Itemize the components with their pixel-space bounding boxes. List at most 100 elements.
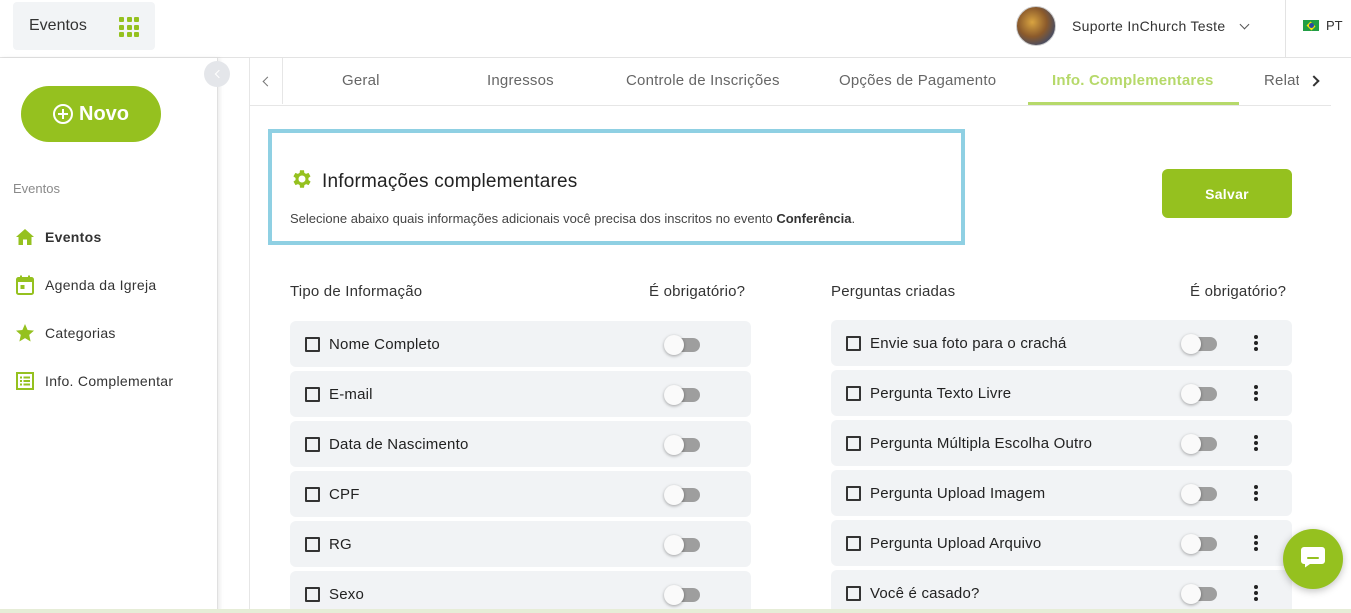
sidebar-item-label: Categorias xyxy=(45,325,116,341)
sidebar-item-eventos[interactable]: Eventos xyxy=(14,226,102,248)
chat-icon xyxy=(1300,546,1326,573)
more-options-icon[interactable] xyxy=(1254,435,1258,451)
chevron-left-icon xyxy=(214,69,223,79)
chat-button[interactable] xyxy=(1283,529,1343,589)
gear-icon xyxy=(290,167,314,197)
chevron-down-icon[interactable] xyxy=(1239,19,1250,29)
active-tab-indicator xyxy=(1028,102,1239,105)
required-toggle[interactable] xyxy=(1181,584,1217,604)
required-toggle[interactable] xyxy=(664,385,700,405)
scroll-gutter xyxy=(1331,58,1351,613)
required-toggle[interactable] xyxy=(1181,384,1217,404)
sidebar-item-agenda[interactable]: Agenda da Igreja xyxy=(14,274,156,296)
tab-opcoes-pagamento[interactable]: Opções de Pagamento xyxy=(839,58,996,104)
language-label: PT xyxy=(1326,18,1343,33)
app-switcher[interactable]: Eventos xyxy=(13,2,155,50)
table-row: Data de Nascimento xyxy=(290,421,751,467)
required-toggle[interactable] xyxy=(1181,334,1217,354)
info-title-text: Informações complementares xyxy=(322,171,578,192)
sidebar-item-label: Eventos xyxy=(45,229,102,245)
row-label: Pergunta Upload Imagem xyxy=(870,484,1046,502)
table-row: Pergunta Texto Livre xyxy=(831,370,1292,416)
checkbox[interactable] xyxy=(846,585,861,601)
description-end: . xyxy=(851,211,856,226)
row-label: Pergunta Texto Livre xyxy=(870,384,1012,402)
row-label: Você é casado? xyxy=(870,584,980,602)
checkbox[interactable] xyxy=(305,536,320,552)
row-label: Envie sua foto para o crachá xyxy=(870,334,1067,352)
tab-scroll-right-button[interactable] xyxy=(1299,58,1332,104)
top-bar: Eventos Suporte InChurch Teste PT xyxy=(0,0,1351,58)
save-button[interactable]: Salvar xyxy=(1162,169,1292,218)
sidebar-item-info-complementar[interactable]: Info. Complementar xyxy=(14,370,173,392)
main-content: Geral Ingressos Controle de Inscrições O… xyxy=(249,58,1332,613)
sidebar-item-categorias[interactable]: Categorias xyxy=(14,322,116,344)
info-title: Informações complementares xyxy=(290,167,577,197)
required-toggle[interactable] xyxy=(1181,484,1217,504)
table-row: RG xyxy=(290,521,751,567)
checkbox[interactable] xyxy=(305,436,320,452)
checkbox[interactable] xyxy=(305,386,320,402)
row-label: Sexo xyxy=(329,585,364,603)
more-options-icon[interactable] xyxy=(1254,485,1258,501)
more-options-icon[interactable] xyxy=(1254,535,1258,551)
sidebar-item-label: Info. Complementar xyxy=(45,373,174,389)
table-row: Você é casado? xyxy=(831,570,1292,613)
tab-scroll-left-button[interactable] xyxy=(250,58,283,104)
tab-bar: Geral Ingressos Controle de Inscrições O… xyxy=(250,58,1332,106)
language-selector[interactable]: PT xyxy=(1303,18,1343,33)
checkbox[interactable] xyxy=(846,485,861,501)
description-text: Selecione abaixo quais informações adici… xyxy=(290,211,777,226)
row-label: Pergunta Upload Arquivo xyxy=(870,534,1042,552)
brazil-flag-icon xyxy=(1303,20,1319,31)
checkbox[interactable] xyxy=(305,336,320,352)
checkbox[interactable] xyxy=(305,486,320,502)
chevron-right-icon xyxy=(1308,75,1320,87)
checkbox[interactable] xyxy=(846,335,861,351)
required-toggle[interactable] xyxy=(664,435,700,455)
required-toggle[interactable] xyxy=(664,335,700,355)
more-options-icon[interactable] xyxy=(1254,385,1258,401)
avatar[interactable] xyxy=(1016,6,1056,46)
user-name[interactable]: Suporte InChurch Teste xyxy=(1072,18,1225,34)
required-toggle[interactable] xyxy=(664,535,700,555)
tab-controle-inscricoes[interactable]: Controle de Inscrições xyxy=(626,58,780,104)
more-options-icon[interactable] xyxy=(1254,335,1258,351)
column-header-questions: Perguntas criadas xyxy=(831,283,956,300)
required-toggle[interactable] xyxy=(664,485,700,505)
tab-info-complementares[interactable]: Info. Complementares xyxy=(1052,58,1214,104)
app-title: Eventos xyxy=(29,17,87,34)
bottom-divider xyxy=(0,609,1351,613)
table-row: Pergunta Múltipla Escolha Outro xyxy=(831,420,1292,466)
new-button[interactable]: Novo xyxy=(21,86,161,142)
sidebar-section-title: Eventos xyxy=(13,181,60,196)
collapse-sidebar-button[interactable] xyxy=(204,61,230,87)
checkbox[interactable] xyxy=(846,435,861,451)
checkbox[interactable] xyxy=(846,385,861,401)
tab-geral[interactable]: Geral xyxy=(342,58,380,104)
checkbox[interactable] xyxy=(305,586,320,602)
list-icon xyxy=(14,370,36,392)
checkbox[interactable] xyxy=(846,535,861,551)
table-row: Nome Completo xyxy=(290,321,751,367)
table-row: Pergunta Upload Arquivo xyxy=(831,520,1292,566)
table-row: E-mail xyxy=(290,371,751,417)
row-label: CPF xyxy=(329,485,360,503)
required-toggle[interactable] xyxy=(1181,434,1217,454)
table-row: Envie sua foto para o crachá xyxy=(831,320,1292,366)
more-options-icon[interactable] xyxy=(1254,585,1258,601)
tab-ingressos[interactable]: Ingressos xyxy=(487,58,554,104)
row-label: Pergunta Múltipla Escolha Outro xyxy=(870,434,1093,452)
apps-grid-icon[interactable] xyxy=(119,17,139,37)
column-header-type: Tipo de Informação xyxy=(290,283,423,300)
info-description: Selecione abaixo quais informações adici… xyxy=(290,211,855,226)
column-header-required: É obrigatório? xyxy=(1190,283,1287,300)
required-toggle[interactable] xyxy=(1181,534,1217,554)
required-toggle[interactable] xyxy=(664,585,700,605)
tab-relatorios[interactable]: Relat xyxy=(1264,58,1300,104)
new-button-label: Novo xyxy=(79,102,129,125)
sidebar-item-label: Agenda da Igreja xyxy=(45,277,157,293)
divider xyxy=(1285,0,1286,58)
user-menu[interactable]: Suporte InChurch Teste xyxy=(1016,6,1250,46)
calendar-icon xyxy=(14,274,36,296)
